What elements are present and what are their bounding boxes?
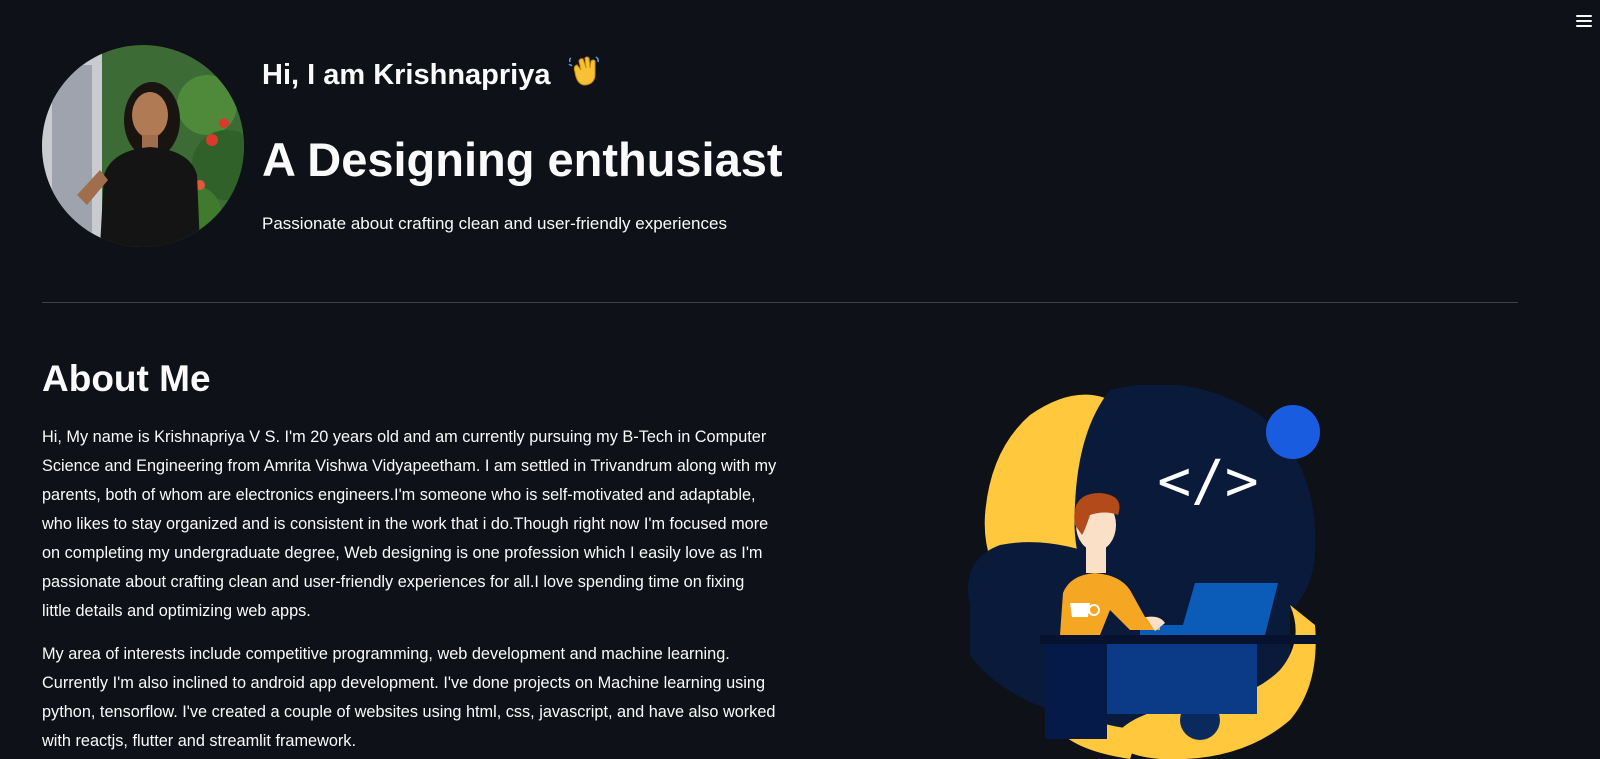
about-paragraph: My area of interests include competitive… [42, 645, 776, 750]
profile-photo [42, 45, 244, 247]
page-subtitle: Passionate about crafting clean and user… [262, 214, 727, 233]
streamlit-app: Hi, I am Krishnapriya A Designing enthus… [0, 0, 1600, 759]
greeting-heading: Hi, I am Krishnapriya [262, 54, 601, 96]
greeting-text: Hi, I am Krishnapriya [262, 59, 551, 91]
hamburger-menu-icon[interactable] [1576, 12, 1594, 30]
profile-photo-drawing [42, 45, 244, 247]
developer-at-laptop-illustration: </> [960, 383, 1350, 759]
page-title: A Designing enthusiast [262, 133, 783, 186]
section-divider [42, 302, 1518, 303]
about-text: Hi, My name is Krishnapriya V S. I'm 20 … [42, 423, 777, 759]
waving-hand-icon [567, 54, 601, 96]
code-symbol: </> [1157, 449, 1258, 514]
about-heading: About Me [42, 358, 211, 399]
about-paragraph: Hi, My name is Krishnapriya V S. I'm 20 … [42, 428, 777, 620]
